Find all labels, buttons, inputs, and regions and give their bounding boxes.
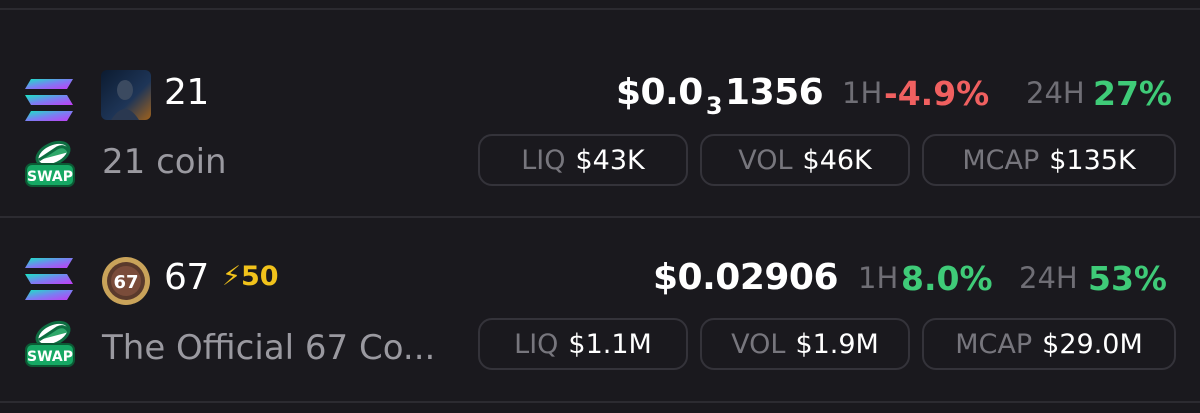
token-price: $0.0 31356 <box>616 72 824 120</box>
swap-label: SWAP <box>27 169 73 185</box>
avatar-text: 67 <box>113 272 138 293</box>
vol-value: $46K <box>802 144 872 176</box>
mcap-label: MCAP <box>955 328 1033 360</box>
change-24h: 53% <box>1088 259 1167 298</box>
timeframe-1h-label: 1H <box>842 76 883 110</box>
token-row-67[interactable]: SWAP 67 67 ⚡50 The Official 67 Co... $0.… <box>0 248 1200 398</box>
mcap-label: MCAP <box>962 144 1040 176</box>
vol-label: VOL <box>738 144 793 176</box>
change-1h: 8.0% <box>901 259 993 298</box>
lightning-icon: ⚡ <box>222 261 241 292</box>
vol-label: VOL <box>731 328 786 360</box>
timeframe-1h-label: 1H <box>858 261 899 295</box>
market-cap-stat: MCAP $135K <box>922 134 1176 186</box>
solana-chain-icon <box>25 79 73 121</box>
top-border <box>0 0 1200 10</box>
volume-stat: VOL $46K <box>700 134 910 186</box>
boost-badge[interactable]: ⚡50 <box>222 261 279 292</box>
mcap-value: $29.0M <box>1042 328 1143 360</box>
solana-chain-icon <box>25 258 73 300</box>
swap-label: SWAP <box>27 349 73 365</box>
token-ticker: 67 <box>164 257 209 298</box>
change-24h: 27% <box>1093 74 1172 113</box>
token-name: The Official 67 Co... <box>102 328 436 368</box>
change-1h: -4.9% <box>884 74 990 113</box>
liquidity-stat: LIQ $43K <box>478 134 688 186</box>
liq-label: LIQ <box>514 328 559 360</box>
price-digits: 1356 <box>725 72 824 113</box>
market-cap-stat: MCAP $29.0M <box>922 318 1176 370</box>
vol-value: $1.9M <box>795 328 879 360</box>
liq-value: $1.1M <box>568 328 652 360</box>
timeframe-24h-label: 24H <box>1026 76 1085 110</box>
token-avatar <box>101 70 151 120</box>
token-price: $0.02906 <box>653 257 839 298</box>
price-zero-count: 3 <box>705 92 723 120</box>
token-name: 21 coin <box>102 142 227 182</box>
token-ticker: 21 <box>164 72 209 113</box>
liq-label: LIQ <box>521 144 566 176</box>
token-row-21[interactable]: SWAP 21 21 coin $0.0 31356 1H -4.9% 24H 2… <box>0 60 1200 215</box>
swap-badge-icon: SWAP <box>25 320 75 367</box>
timeframe-24h-label: 24H <box>1019 261 1078 295</box>
volume-stat: VOL $1.9M <box>700 318 910 370</box>
price-prefix: $0.0 <box>616 72 703 113</box>
swap-badge-icon: SWAP <box>25 140 75 187</box>
liquidity-stat: LIQ $1.1M <box>478 318 688 370</box>
liq-value: $43K <box>575 144 645 176</box>
boost-count: 50 <box>240 261 279 292</box>
token-avatar: 67 <box>101 256 151 306</box>
row-divider <box>0 216 1200 218</box>
mcap-value: $135K <box>1049 144 1136 176</box>
row-divider <box>0 401 1200 403</box>
